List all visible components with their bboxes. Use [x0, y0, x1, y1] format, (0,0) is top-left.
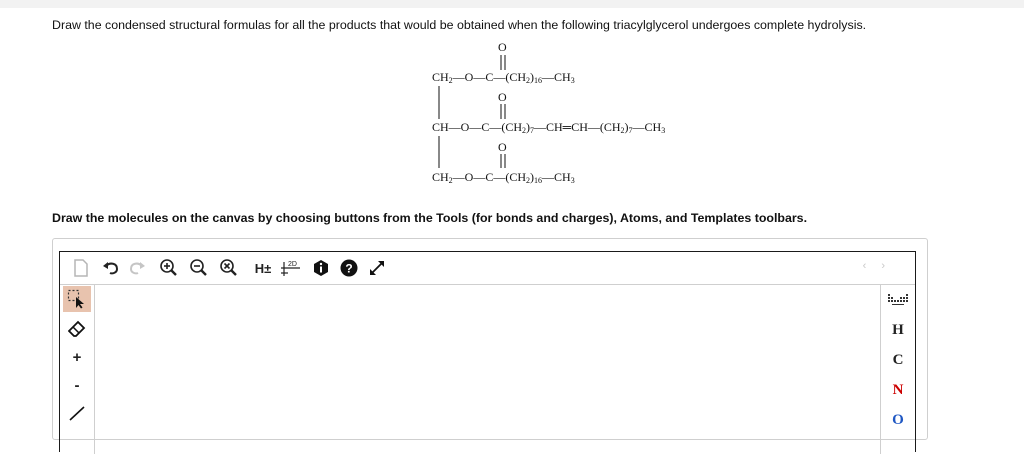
- zoom-reset-icon: [220, 259, 237, 276]
- select-tool-button[interactable]: [63, 286, 91, 312]
- negative-charge-button[interactable]: -: [63, 372, 91, 398]
- atom-nitrogen-button[interactable]: N: [881, 376, 915, 404]
- periodic-table-icon: [888, 294, 908, 305]
- svg-text:?: ?: [345, 262, 352, 276]
- carbonyl-oxygen-1: O: [498, 40, 507, 54]
- clean-2d-button[interactable]: 2D: [280, 257, 302, 279]
- zoom-in-button[interactable]: [158, 257, 180, 279]
- atom-oxygen-button[interactable]: O: [881, 406, 915, 434]
- info-button[interactable]: [310, 257, 332, 279]
- carbonyl-oxygen-2: O: [498, 90, 507, 104]
- new-document-button[interactable]: [70, 257, 92, 279]
- top-toolbar: H± 2D ? ‹ ›: [60, 252, 915, 285]
- molecule-editor: H± 2D ? ‹ › + - H C N O: [52, 238, 928, 454]
- zoom-out-button[interactable]: [188, 257, 210, 279]
- hydrogen-toggle-button[interactable]: H±: [250, 257, 276, 279]
- redo-icon: [129, 262, 145, 275]
- triacylglycerol-structure: O CH2—O—C—(CH2)16—CH3 O CH—O—C—(CH2)7—CH…: [0, 0, 1024, 200]
- zoom-out-icon: [190, 259, 207, 276]
- clean-2d-icon: 2D: [281, 261, 300, 276]
- positive-charge-button[interactable]: +: [63, 344, 91, 370]
- atom-carbon-button[interactable]: C: [881, 346, 915, 374]
- atom-hydrogen-button[interactable]: H: [881, 316, 915, 344]
- toolbar-nav-arrows[interactable]: ‹ ›: [863, 260, 891, 272]
- zoom-reset-button[interactable]: [218, 257, 240, 279]
- undo-icon: [103, 262, 119, 275]
- help-button[interactable]: ?: [338, 257, 360, 279]
- undo-button[interactable]: [100, 257, 122, 279]
- periodic-table-button[interactable]: [881, 286, 915, 314]
- tools-toolbar: + -: [60, 284, 95, 454]
- new-document-icon: [74, 259, 88, 277]
- single-bond-icon: [69, 406, 85, 421]
- ester-row-3: CH2—O—C—(CH2)16—CH3: [432, 170, 575, 185]
- info-icon: [314, 260, 328, 276]
- carbonyl-oxygen-3: O: [498, 140, 507, 154]
- expand-icon: [370, 261, 384, 275]
- ester-row-2: CH—O—C—(CH2)7—CH═CH—(CH2)7—CH3: [432, 120, 666, 135]
- zoom-in-icon: [160, 259, 177, 276]
- atoms-toolbar: H C N O: [880, 284, 915, 454]
- select-lasso-icon: [67, 289, 84, 309]
- drawing-instructions: Draw the molecules on the canvas by choo…: [52, 211, 808, 225]
- drawing-canvas[interactable]: [94, 285, 881, 455]
- help-icon: ?: [340, 259, 358, 277]
- eraser-icon: [68, 320, 86, 337]
- single-bond-button[interactable]: [63, 400, 91, 426]
- erase-tool-button[interactable]: [63, 316, 91, 342]
- fullscreen-button[interactable]: [366, 257, 388, 279]
- redo-button[interactable]: [126, 257, 148, 279]
- ester-row-1: CH2—O—C—(CH2)16—CH3: [432, 70, 575, 85]
- svg-text:2D: 2D: [288, 261, 297, 268]
